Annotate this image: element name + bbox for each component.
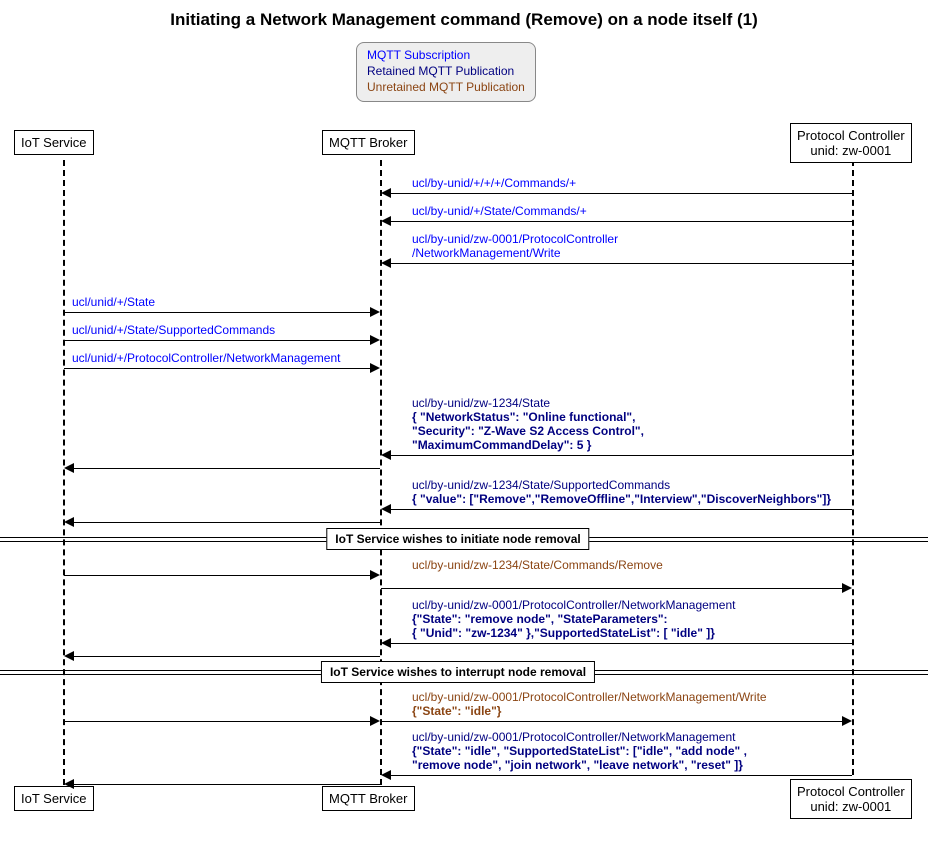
arrow-head-icon (64, 779, 74, 789)
msg-pub-nm-remove-l2: { "Unid": "zw-1234" },"SupportedStateLis… (412, 626, 715, 640)
msg-pub-state-topic: ucl/by-unid/zw-1234/State (412, 396, 550, 410)
participant-pc-top: Protocol Controller unid: zw-0001 (790, 123, 912, 163)
arrow-head-icon (381, 216, 391, 226)
arrow-head-icon (370, 307, 380, 317)
msg-pub-state-l3: "MaximumCommandDelay": 5 } (412, 438, 591, 452)
participant-iot-bottom: IoT Service (14, 786, 94, 811)
msg-pub-supportedcmds-body: { "value": ["Remove","RemoveOffline","In… (412, 492, 831, 506)
msg-cmd-idle-topic: ucl/by-unid/zw-0001/ProtocolController/N… (412, 690, 767, 704)
legend-subscription: MQTT Subscription (367, 47, 525, 63)
arrow-head-icon (842, 716, 852, 726)
lifeline-pc (852, 160, 854, 785)
msg-sub-nm-write-line1: ucl/by-unid/zw-0001/ProtocolController (412, 232, 618, 246)
diagram-title: Initiating a Network Management command … (0, 0, 928, 30)
arrow-head-icon (370, 716, 380, 726)
msg-sub-nm-write-line2: /NetworkManagement/Write (412, 246, 561, 260)
participant-broker-bottom: MQTT Broker (322, 786, 415, 811)
msg-sub-iot-nm: ucl/unid/+/ProtocolController/NetworkMan… (72, 351, 340, 365)
divider-initiate-label: IoT Service wishes to initiate node remo… (326, 528, 589, 550)
legend-unretained: Unretained MQTT Publication (367, 79, 525, 95)
arrow-head-icon (842, 583, 852, 593)
arrow-head-icon (381, 638, 391, 648)
arrow-head-icon (370, 335, 380, 345)
msg-sub-iot-supportedcmds: ucl/unid/+/State/SupportedCommands (72, 323, 275, 337)
msg-pub-nm-idle-l2: "remove node", "join network", "leave ne… (412, 758, 743, 772)
participant-pc-bottom: Protocol Controller unid: zw-0001 (790, 779, 912, 819)
arrow-head-icon (381, 188, 391, 198)
msg-sub-iot-state: ucl/unid/+/State (72, 295, 155, 309)
msg-pub-nm-idle-l1: {"State": "idle", "SupportedStateList": … (412, 744, 747, 758)
msg-pub-state-l2: "Security": "Z-Wave S2 Access Control", (412, 424, 644, 438)
msg-cmd-remove: ucl/by-unid/zw-1234/State/Commands/Remov… (412, 558, 663, 572)
arrow-head-icon (381, 504, 391, 514)
arrow-head-icon (370, 570, 380, 580)
msg-pub-nm-remove-l1: {"State": "remove node", "StateParameter… (412, 612, 668, 626)
msg-cmd-idle-body: {"State": "idle"} (412, 704, 501, 718)
lifeline-broker (380, 160, 382, 785)
arrow-head-icon (370, 363, 380, 373)
participant-iot-top: IoT Service (14, 130, 94, 155)
arrow-head-icon (64, 651, 74, 661)
arrow-head-icon (381, 258, 391, 268)
msg-sub-commands: ucl/by-unid/+/+/+/Commands/+ (412, 176, 576, 190)
msg-pub-nm-remove-topic: ucl/by-unid/zw-0001/ProtocolController/N… (412, 598, 735, 612)
legend-box: MQTT Subscription Retained MQTT Publicat… (356, 42, 536, 102)
msg-pub-nm-idle-topic: ucl/by-unid/zw-0001/ProtocolController/N… (412, 730, 735, 744)
legend-retained: Retained MQTT Publication (367, 63, 525, 79)
msg-pub-state-l1: { "NetworkStatus": "Online functional", (412, 410, 635, 424)
arrow-head-icon (381, 450, 391, 460)
divider-interrupt-label: IoT Service wishes to interrupt node rem… (321, 661, 595, 683)
msg-pub-supportedcmds-topic: ucl/by-unid/zw-1234/State/SupportedComma… (412, 478, 670, 492)
arrow-head-icon (381, 770, 391, 780)
arrow-head-icon (64, 463, 74, 473)
arrow-head-icon (64, 517, 74, 527)
participant-broker-top: MQTT Broker (322, 130, 415, 155)
msg-sub-state-commands: ucl/by-unid/+/State/Commands/+ (412, 204, 587, 218)
